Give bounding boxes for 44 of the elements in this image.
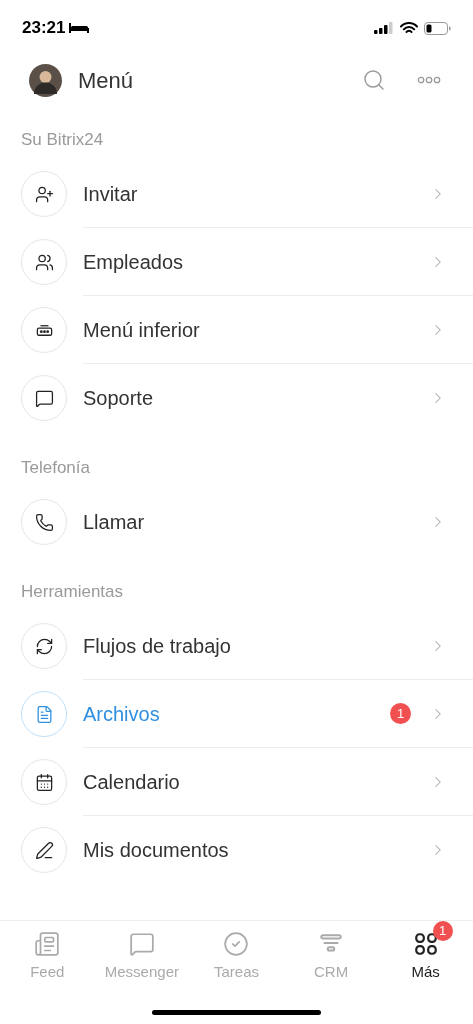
page-title: Menú	[78, 66, 135, 95]
signal-icon	[374, 22, 394, 34]
people-icon	[34, 252, 54, 272]
item-label: Flujos de trabajo	[83, 633, 232, 659]
notification-count: 1	[432, 921, 453, 941]
check-circle-icon	[223, 931, 250, 957]
calendar-icon	[34, 772, 54, 792]
bed-icon	[69, 22, 90, 34]
newspaper-icon	[34, 931, 61, 957]
menu-item[interactable]: Menú inferior	[0, 296, 473, 364]
item-label: Menú inferior	[83, 317, 201, 343]
status-time: 23:21	[22, 17, 66, 40]
tab[interactable]: 1 Más	[378, 921, 473, 984]
menu-item[interactable]: Calendario	[0, 748, 473, 816]
battery-icon	[424, 21, 451, 35]
item-label: Empleados	[83, 249, 185, 275]
item-label: Soporte	[83, 386, 155, 411]
menu-item[interactable]: Empleados	[0, 228, 473, 296]
item-label: Calendario	[83, 769, 181, 795]
menu-item[interactable]: Invitar	[0, 160, 473, 228]
menu-item[interactable]: Llamar	[0, 488, 473, 556]
chat-bubble-icon	[128, 931, 155, 957]
item-label: Invitar	[83, 181, 139, 207]
menu-item[interactable]: Archivos 1	[0, 680, 473, 748]
grid-icon	[412, 931, 439, 957]
menu-item[interactable]: Soporte	[0, 364, 473, 432]
item-label: Llamar	[83, 510, 146, 535]
section-title: Herramientas	[21, 580, 124, 603]
more-icon[interactable]	[417, 76, 441, 84]
item-label: Archivos	[83, 701, 161, 727]
phone-icon	[34, 512, 54, 532]
notification-count: 1	[390, 703, 411, 724]
item-label: Mis documentos	[83, 838, 230, 863]
search-icon[interactable]	[362, 68, 386, 92]
chat-bubble-icon	[34, 388, 54, 408]
pen-icon	[34, 840, 54, 860]
menu-item[interactable]: Mis documentos	[0, 816, 473, 884]
section-title: Telefonía	[21, 456, 90, 479]
menu-item[interactable]: Flujos de trabajo	[0, 612, 473, 680]
wifi-icon	[400, 21, 418, 35]
user-plus-icon	[34, 184, 54, 204]
refresh-icon	[34, 636, 54, 656]
avatar[interactable]	[29, 63, 62, 97]
section-title: Su Bitrix24	[21, 128, 104, 151]
